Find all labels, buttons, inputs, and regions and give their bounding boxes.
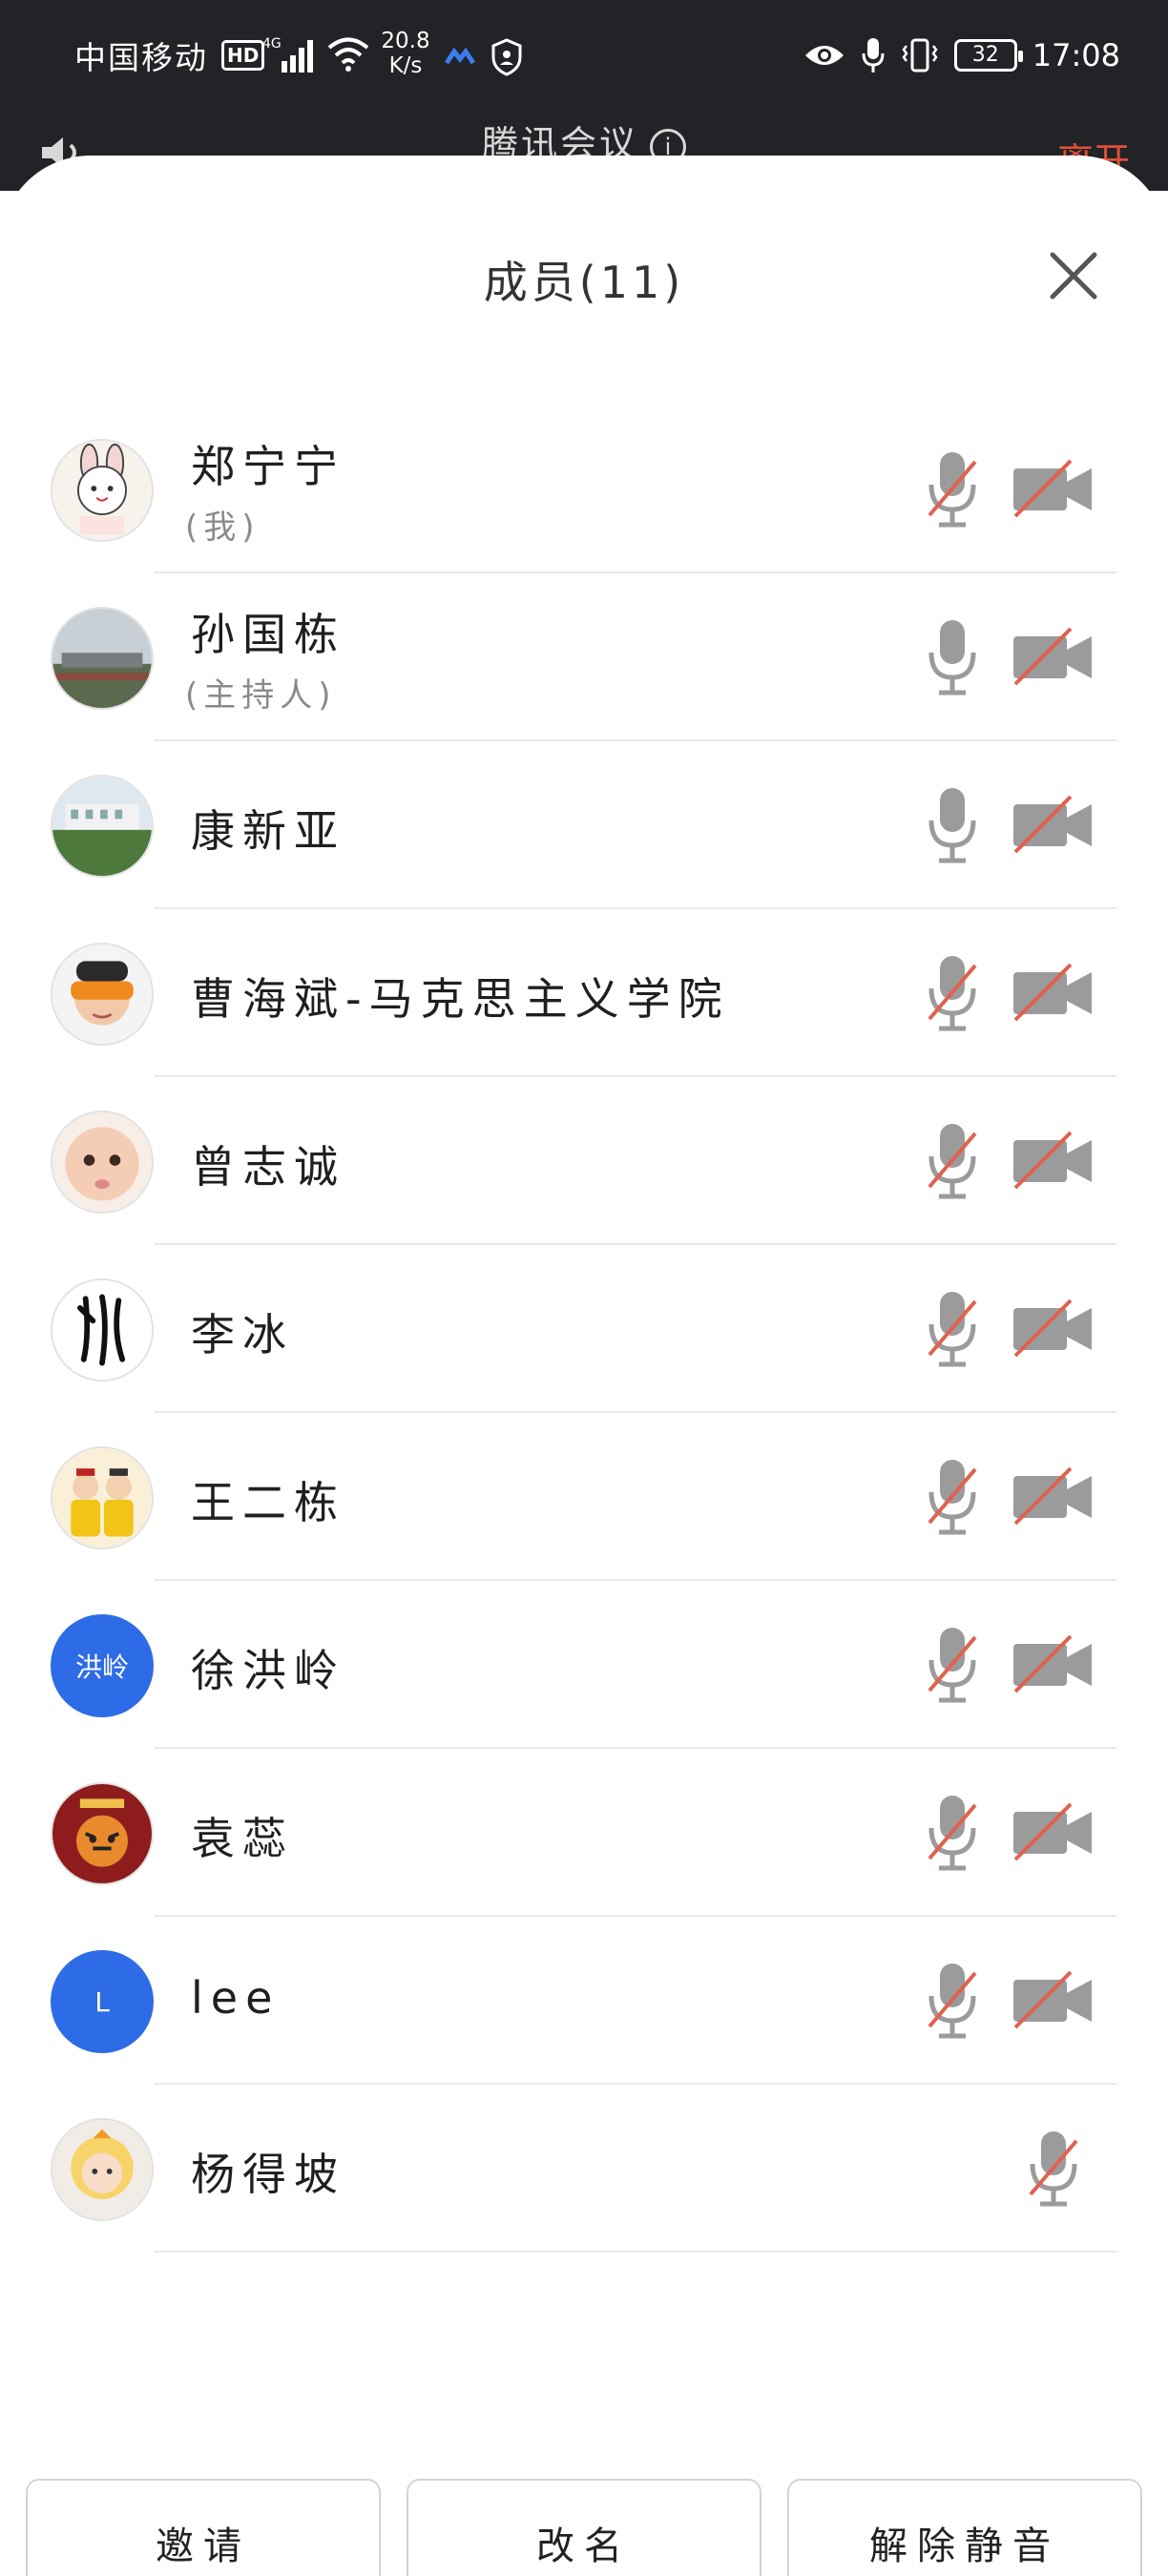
member-list: 郑宁宁 (我) 孙国栋 (主持人) 康新亚曹海斌-马克思主义学院 曾志诚李冰王二栋洪岭 徐洪…	[0, 405, 1168, 2253]
avatar	[51, 1278, 154, 1381]
member-name: 杨得坡	[191, 2149, 345, 2200]
avatar-image	[52, 945, 152, 1044]
member-row[interactable]: 孙国栋 (主持人)	[0, 573, 1168, 741]
avatar-image	[52, 441, 152, 540]
camera-off-icon[interactable]	[1012, 1634, 1094, 1693]
member-row[interactable]: 李冰	[0, 1245, 1168, 1413]
avatar-image	[52, 777, 152, 876]
network-type-label: 4G	[262, 36, 282, 52]
status-bar: 中国移动 HD 4G 20.8 K/s 32 17:08	[0, 0, 1168, 113]
member-row[interactable]: 郑宁宁 (我)	[0, 405, 1168, 573]
camera-off-icon[interactable]	[1012, 795, 1094, 854]
member-name: 曾志诚	[191, 1141, 345, 1193]
avatar-image	[52, 2120, 152, 2219]
member-name: 曹海斌-马克思主义学院	[191, 973, 730, 1025]
mic-muted-icon[interactable]	[924, 1288, 981, 1370]
speed-unit: K/s	[388, 53, 423, 78]
clock: 17:08	[1032, 37, 1120, 73]
rename-button[interactable]: 改名	[407, 2479, 761, 2576]
camera-off-icon[interactable]	[1012, 1298, 1094, 1358]
avatar	[51, 1782, 154, 1885]
member-row[interactable]: 洪岭 徐洪岭	[0, 1581, 1168, 1749]
unmute-button[interactable]: 解除静音	[787, 2479, 1142, 2576]
invite-button[interactable]: 邀请	[26, 2479, 381, 2576]
signal-icon: 4G	[262, 36, 313, 73]
member-name: 郑宁宁	[191, 441, 345, 492]
camera-off-icon[interactable]	[1012, 1466, 1094, 1526]
wifi-icon	[327, 37, 369, 72]
vibrate-icon	[902, 38, 938, 73]
member-name: 王二栋	[191, 1477, 345, 1528]
avatar	[51, 2118, 154, 2221]
sheet-title: 成员(11)	[483, 257, 685, 308]
mic-muted-icon[interactable]	[924, 1624, 981, 1706]
camera-off-icon[interactable]	[1012, 963, 1094, 1022]
row-divider	[155, 2251, 1116, 2253]
microphone-status-icon	[862, 38, 885, 73]
hd-badge: HD	[221, 40, 265, 71]
avatar	[51, 775, 154, 878]
mic-muted-icon[interactable]	[924, 952, 981, 1034]
mic-muted-icon[interactable]	[924, 1792, 981, 1874]
avatar-initials: 洪岭	[74, 1652, 129, 1683]
member-role: (主持人)	[185, 676, 337, 715]
eye-icon	[804, 46, 844, 65]
camera-off-icon[interactable]	[1012, 459, 1094, 518]
member-row[interactable]: 杨得坡	[0, 2085, 1168, 2253]
member-name: 康新亚	[191, 805, 345, 857]
member-row[interactable]: 袁蕊	[0, 1749, 1168, 1917]
member-name: lee	[191, 1972, 281, 2024]
avatar: L	[51, 1950, 154, 2053]
avatar-image	[52, 609, 152, 708]
mic-muted-icon[interactable]	[924, 1960, 981, 2042]
member-row[interactable]: 王二栋	[0, 1413, 1168, 1581]
camera-off-icon[interactable]	[1012, 627, 1094, 686]
carrier-label: 中国移动	[74, 39, 208, 76]
shield-icon	[491, 38, 522, 76]
mic-muted-icon[interactable]	[924, 1120, 981, 1202]
member-name: 袁蕊	[191, 1813, 294, 1864]
member-row[interactable]: Llee	[0, 1917, 1168, 2085]
app-notification-icon	[445, 47, 475, 65]
avatar	[51, 1111, 154, 1214]
member-name: 孙国栋	[191, 609, 345, 660]
avatar: 洪岭	[51, 1614, 154, 1717]
avatar	[51, 943, 154, 1046]
mic-muted-icon[interactable]	[924, 1456, 981, 1538]
avatar-initials: L	[94, 1985, 110, 2018]
action-bar: 邀请 改名 解除静音	[0, 2479, 1168, 2576]
members-sheet: 成员(11) 郑宁宁 (我) 孙国栋 (主持人) 康新亚曹海斌-马克思主义学院 曾志诚李冰…	[0, 156, 1168, 2576]
battery-indicator: 32	[953, 39, 1023, 72]
avatar-image	[52, 1784, 152, 1883]
network-speed: 20.8 K/s	[377, 29, 434, 78]
member-name: 徐洪岭	[191, 1645, 345, 1696]
avatar-image	[52, 1280, 152, 1380]
member-name: 李冰	[191, 1309, 294, 1361]
mic-muted-icon[interactable]	[1025, 2128, 1082, 2210]
camera-off-icon[interactable]	[1012, 1970, 1094, 2029]
avatar	[51, 607, 154, 710]
member-role: (我)	[185, 509, 261, 547]
microphone-icon[interactable]	[924, 616, 981, 698]
camera-off-icon[interactable]	[1012, 1131, 1094, 1190]
close-icon[interactable]	[1045, 247, 1102, 304]
microphone-icon[interactable]	[924, 784, 981, 866]
avatar-image	[52, 1112, 152, 1212]
speed-value: 20.8	[381, 29, 430, 53]
camera-off-icon[interactable]	[1012, 1802, 1094, 1861]
mic-muted-icon[interactable]	[924, 448, 981, 530]
member-row[interactable]: 曾志诚	[0, 1077, 1168, 1245]
member-row[interactable]: 曹海斌-马克思主义学院	[0, 909, 1168, 1077]
member-row[interactable]: 康新亚	[0, 741, 1168, 909]
status-right-group: 32 17:08	[803, 29, 1120, 82]
avatar	[51, 1446, 154, 1549]
avatar-image	[52, 1448, 152, 1548]
avatar	[51, 439, 154, 542]
